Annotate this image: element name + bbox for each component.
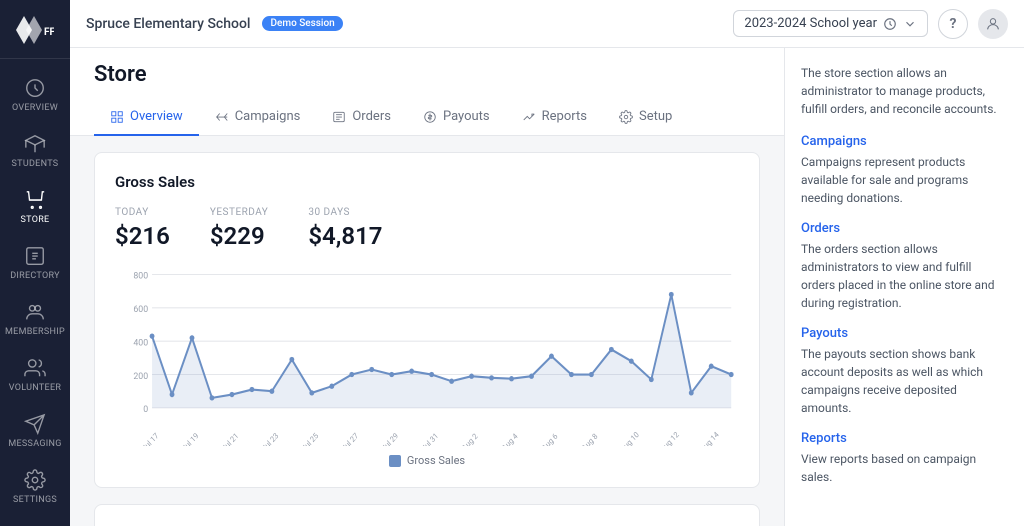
top-header: Spruce Elementary School Demo Session 20… — [70, 0, 1024, 48]
reports-section-text: View reports based on campaign sales. — [801, 450, 1008, 486]
right-section-campaigns: Campaigns Campaigns represent products a… — [801, 134, 1008, 207]
page-content: Store Overview Campaigns — [70, 48, 1024, 526]
stat-yesterday: Yesterday $229 — [210, 207, 268, 250]
svg-text:Jul 29: Jul 29 — [380, 431, 400, 446]
chart-legend: Gross Sales — [115, 454, 739, 467]
grid-icon — [110, 110, 124, 124]
svg-text:FF: FF — [44, 27, 54, 38]
user-icon — [985, 16, 1001, 32]
dollar-icon — [423, 110, 437, 124]
header-right: 2023-2024 School year ? — [733, 9, 1008, 39]
svg-text:Jul 25: Jul 25 — [300, 431, 320, 446]
svg-text:Aug 8: Aug 8 — [580, 432, 599, 446]
svg-text:Aug 12: Aug 12 — [658, 430, 680, 446]
legend-color — [389, 455, 401, 467]
right-section-orders: Orders The orders section allows adminis… — [801, 221, 1008, 312]
sidebar-item-overview[interactable]: Overview — [0, 67, 70, 123]
page-title: Store — [94, 62, 760, 87]
svg-text:Jul 23: Jul 23 — [260, 431, 280, 446]
sidebar-item-students[interactable]: Students — [0, 123, 70, 179]
help-button[interactable]: ? — [938, 9, 968, 39]
svg-text:Jul 31: Jul 31 — [420, 431, 440, 446]
clock-icon — [883, 17, 897, 31]
svg-text:0: 0 — [143, 405, 148, 415]
svg-text:Jul 19: Jul 19 — [180, 431, 200, 446]
reports-section-title[interactable]: Reports — [801, 431, 1008, 446]
megaphone-icon — [215, 110, 229, 124]
sidebar-item-volunteer[interactable]: Volunteer — [0, 347, 70, 403]
sidebar-item-settings[interactable]: Settings — [0, 459, 70, 515]
svg-text:Aug 4: Aug 4 — [500, 431, 520, 446]
tabs: Overview Campaigns Orders — [94, 99, 760, 135]
chevron-down-icon — [903, 17, 917, 31]
svg-text:Aug 2: Aug 2 — [460, 432, 479, 446]
right-panel-intro: The store section allows an administrato… — [801, 64, 1008, 118]
campaigns-section-text: Campaigns represent products available f… — [801, 153, 1008, 207]
gross-sales-card: Gross Sales Today $216 Yesterday $229 30… — [94, 152, 760, 488]
svg-text:200: 200 — [133, 371, 148, 381]
svg-text:Jul 21: Jul 21 — [220, 431, 240, 446]
svg-text:Jul 27: Jul 27 — [340, 431, 360, 446]
tab-reports[interactable]: Reports — [506, 99, 603, 136]
sidebar-item-store[interactable]: Store — [0, 179, 70, 235]
sidebar-item-membership[interactable]: Membership — [0, 291, 70, 347]
svg-text:Aug 6: Aug 6 — [540, 432, 559, 446]
tab-payouts[interactable]: Payouts — [407, 99, 506, 136]
svg-text:Jul 17: Jul 17 — [140, 431, 160, 446]
list-icon — [332, 110, 346, 124]
tab-orders[interactable]: Orders — [316, 99, 407, 136]
number-of-orders-card: Number of Orders Today Yesterday 30 Days — [94, 504, 760, 526]
sidebar-item-messaging[interactable]: Messaging — [0, 403, 70, 459]
tab-campaigns[interactable]: Campaigns — [199, 99, 317, 136]
svg-text:600: 600 — [133, 305, 148, 315]
settings-icon — [619, 110, 633, 124]
sidebar-item-directory[interactable]: Directory — [0, 235, 70, 291]
main-area: Spruce Elementary School Demo Session 20… — [70, 0, 1024, 526]
right-section-payouts: Payouts The payouts section shows bank a… — [801, 326, 1008, 417]
school-name: Spruce Elementary School — [86, 16, 250, 32]
orders-section-text: The orders section allows administrators… — [801, 240, 1008, 312]
sidebar: FF Overview Students Store Directory — [0, 0, 70, 526]
orders-section-title[interactable]: Orders — [801, 221, 1008, 236]
campaigns-section-title[interactable]: Campaigns — [801, 134, 1008, 149]
logo: FF — [0, 8, 70, 59]
content-body: Gross Sales Today $216 Yesterday $229 30… — [70, 136, 784, 526]
right-panel: The store section allows an administrato… — [784, 48, 1024, 526]
main-content: Store Overview Campaigns — [70, 48, 784, 526]
svg-text:800: 800 — [133, 271, 148, 281]
year-selector[interactable]: 2023-2024 School year — [733, 10, 928, 37]
svg-text:Aug 14: Aug 14 — [698, 429, 721, 446]
avatar[interactable] — [978, 9, 1008, 39]
stat-30days: 30 Days $4,817 — [308, 207, 382, 250]
stat-today: Today $216 — [115, 207, 170, 250]
demo-badge: Demo Session — [262, 16, 342, 31]
tab-setup[interactable]: Setup — [603, 99, 688, 136]
page-header: Store Overview Campaigns — [70, 48, 784, 136]
payouts-section-title[interactable]: Payouts — [801, 326, 1008, 341]
svg-text:400: 400 — [133, 338, 148, 348]
chart-icon — [522, 110, 536, 124]
svg-text:Aug 10: Aug 10 — [619, 430, 641, 446]
payouts-section-text: The payouts section shows bank account d… — [801, 345, 1008, 417]
right-section-reports: Reports View reports based on campaign s… — [801, 431, 1008, 486]
gross-sales-chart: 0 200 400 600 800 Jul 17 Jul 19 Jul 21 Jul 23 Jul… — [115, 266, 739, 446]
stats-row: Today $216 Yesterday $229 30 Days $4,817 — [115, 207, 739, 250]
tab-overview[interactable]: Overview — [94, 99, 199, 136]
gross-sales-title: Gross Sales — [115, 173, 739, 191]
